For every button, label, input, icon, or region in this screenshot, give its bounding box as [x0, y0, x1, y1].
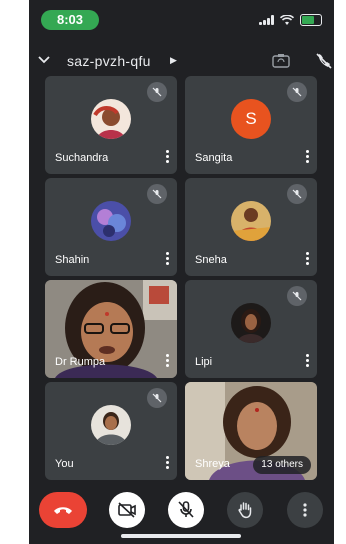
participant-tile[interactable]: Shahin — [45, 178, 177, 276]
muted-mic-icon — [147, 82, 167, 102]
tile-options-icon[interactable] — [166, 150, 169, 165]
meeting-header: saz-pvzh-qfu ▶ — [29, 50, 334, 74]
muted-mic-icon — [147, 388, 167, 408]
status-icons — [259, 14, 322, 26]
participant-tile[interactable]: Suchandra — [45, 76, 177, 174]
tile-options-icon[interactable] — [306, 354, 309, 369]
participant-tile[interactable]: S Sangita — [185, 76, 317, 174]
avatar — [91, 405, 131, 446]
participant-tile[interactable]: Dr Rumpa — [45, 280, 177, 378]
more-options-button[interactable] — [287, 492, 323, 528]
mic-off-icon — [178, 501, 194, 518]
muted-mic-icon — [287, 184, 307, 204]
avatar — [91, 99, 131, 140]
participant-name: Suchandra — [55, 152, 109, 164]
participant-name: Shahin — [55, 254, 90, 266]
participant-tile-self[interactable]: You — [45, 382, 177, 480]
raise-hand-icon — [238, 502, 252, 519]
avatar — [91, 201, 131, 242]
tile-options-icon[interactable] — [306, 252, 309, 267]
more-options-icon — [303, 503, 307, 517]
muted-mic-icon — [287, 82, 307, 102]
tile-options-icon[interactable] — [306, 150, 309, 165]
participant-name: Sneha — [195, 254, 227, 266]
tile-options-icon[interactable] — [166, 456, 169, 471]
hang-up-button[interactable] — [39, 492, 87, 528]
tile-options-icon[interactable] — [166, 252, 169, 267]
muted-mic-icon — [287, 286, 307, 306]
others-count-chip[interactable]: 13 others — [253, 456, 311, 474]
switch-camera-icon[interactable] — [271, 53, 291, 69]
participant-name: Lipi — [195, 356, 213, 368]
participant-tile[interactable]: Shreya 13 others — [185, 382, 317, 480]
participant-name: Sangita — [195, 152, 233, 164]
raise-hand-button[interactable] — [227, 492, 263, 528]
avatar — [231, 201, 271, 242]
camera-off-icon — [118, 502, 136, 518]
participant-name: You — [55, 458, 74, 470]
muted-mic-icon — [147, 184, 167, 204]
participant-tile[interactable]: Sneha — [185, 178, 317, 276]
hang-up-icon — [54, 507, 72, 514]
camera-toggle-button[interactable] — [109, 492, 145, 528]
participant-name: Dr Rumpa — [55, 356, 106, 368]
avatar — [231, 303, 271, 344]
meet-app-screen: 8:03 saz-pvzh-qfu ▶ Suchandra S Sangita … — [29, 0, 334, 544]
meeting-code[interactable]: saz-pvzh-qfu — [67, 53, 151, 69]
participant-name: Shreya — [195, 458, 230, 470]
participant-tile[interactable]: Lipi — [185, 280, 317, 378]
meeting-info-caret-icon[interactable]: ▶ — [170, 55, 177, 66]
wifi-icon — [280, 14, 294, 25]
collapse-chevron-icon[interactable] — [37, 52, 51, 66]
tile-options-icon[interactable] — [166, 354, 169, 369]
audio-output-icon[interactable] — [315, 52, 333, 70]
call-controls — [29, 492, 334, 528]
microphone-toggle-button[interactable] — [168, 492, 204, 528]
avatar: S — [231, 99, 271, 140]
signal-icon — [259, 15, 274, 25]
status-time: 8:03 — [41, 10, 99, 30]
home-indicator[interactable] — [121, 534, 241, 538]
battery-icon — [300, 14, 322, 26]
